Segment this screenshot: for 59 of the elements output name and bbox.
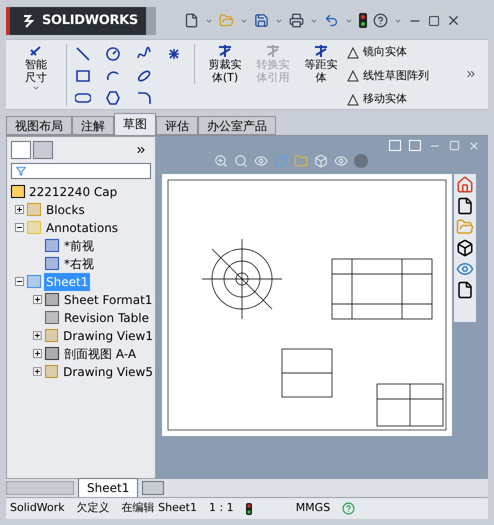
polygon-icon[interactable] [105,90,122,106]
traffic-light-icon [246,502,252,515]
tree-item[interactable]: Drawing View5 [61,362,155,381]
maximize-icon[interactable] [428,14,440,27]
tree-item[interactable]: 剖面视图 A-A [62,344,138,363]
command-icon [347,70,359,82]
status-text: SolidWork [10,500,65,516]
collapse-toggle-icon[interactable] [15,223,24,232]
tree-root[interactable]: 22212240 Cap [29,182,118,201]
collapse-toggle-icon[interactable] [15,277,24,286]
sheet-tab[interactable]: Sheet1 [78,478,138,498]
tree-item[interactable]: Annotations [44,218,120,237]
expand-toggle-icon[interactable] [33,367,42,376]
help-icon[interactable] [373,13,388,28]
status-text: 欠定义 [76,500,110,516]
expand-toggle-icon[interactable] [33,331,42,340]
save-icon[interactable] [254,13,269,28]
ribbon-tab[interactable]: 草图 [114,112,156,135]
tree-item[interactable]: Drawing View1 [61,326,155,345]
ribbon-tab[interactable]: 办公室产品 [198,116,276,135]
ribbon-tab[interactable]: 注解 [72,116,114,135]
smart-dimension-button[interactable]: 智能尺寸 [14,44,58,92]
tree-item[interactable]: Blocks [44,200,87,219]
traffic-light-icon[interactable] [359,13,367,28]
tree-item[interactable]: Revision Table [62,308,151,327]
view-palette-icon[interactable] [456,238,474,257]
command-icon [313,44,329,58]
rectangle-icon[interactable] [75,68,91,84]
command-button[interactable]: 移动实体 [347,91,465,108]
properties-icon[interactable] [456,280,474,299]
filter-icon [16,166,26,176]
expand-toggle-icon[interactable] [33,295,42,304]
expand-toggle-icon[interactable] [15,205,24,214]
command-button[interactable]: 线性草图阵列 [347,68,465,84]
tree-item[interactable]: Sheet Format1 [62,290,154,309]
expand-toggle-icon[interactable] [33,349,42,358]
ribbon-tab[interactable]: 视图布局 [6,116,72,135]
help-icon[interactable] [342,502,356,516]
command-button[interactable]: 剪裁实体(T) [203,44,247,84]
print-icon[interactable] [289,13,304,28]
line-icon[interactable] [75,46,91,62]
command-icon [217,44,233,58]
tree-item[interactable]: *前视 [62,236,96,255]
status-text: 在编辑 Sheet1 [122,500,197,516]
status-text: 1 : 1 [208,500,234,516]
command-icon [347,94,359,106]
command-icon [265,44,281,58]
ribbon-tab[interactable]: 评估 [156,116,198,135]
fillet-icon[interactable] [136,90,152,106]
command-icon [347,46,359,59]
new-document-icon[interactable] [184,13,199,28]
command-button[interactable]: 镜向实体 [347,44,465,61]
undo-icon[interactable] [324,13,339,28]
units-text[interactable]: MMGS [296,500,330,517]
logo-text: SOLIDWORKS [42,12,138,30]
filter-field[interactable] [11,162,151,179]
tree-item[interactable]: *右视 [62,254,96,273]
home-icon[interactable] [456,176,474,194]
command-button[interactable]: 等距实体 [299,44,343,84]
